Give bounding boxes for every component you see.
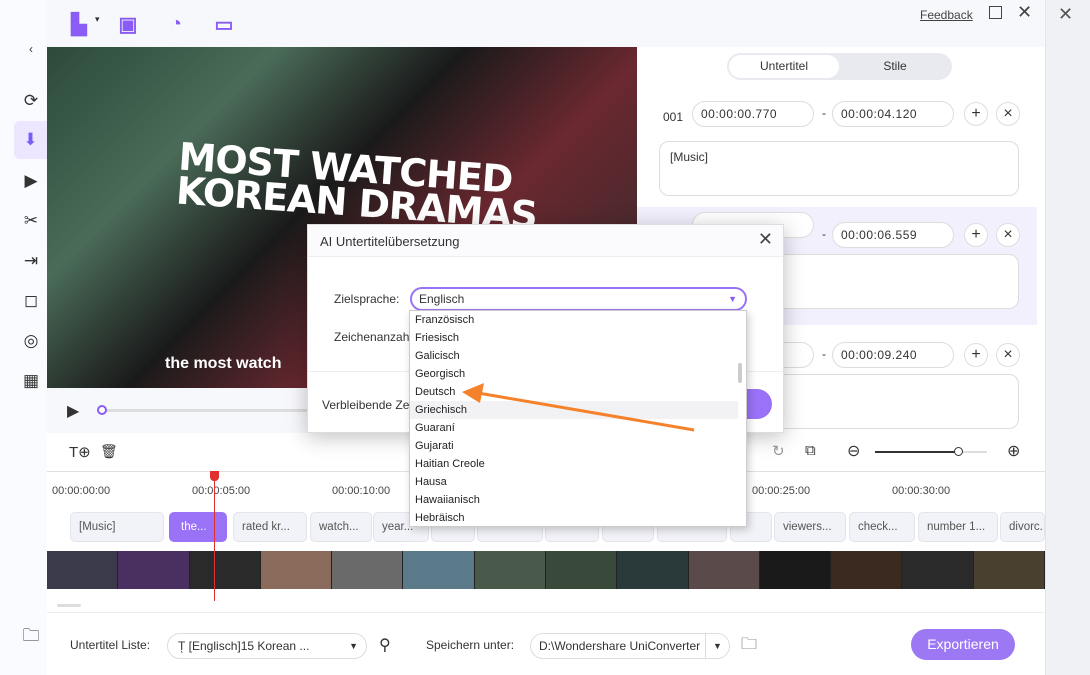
timeline-scrollbar[interactable] — [57, 604, 81, 607]
toolbox-icon[interactable]: ▦ — [14, 364, 48, 398]
folder-icon[interactable]: 🗀 — [741, 633, 757, 660]
language-dropdown: Französisch Friesisch Galicisch Georgisch De… — [409, 310, 747, 527]
dialog-title: AI Untertitelübersetzung — [308, 225, 783, 257]
language-option[interactable]: Georgisch — [410, 365, 738, 383]
video-thumbnail-strip — [47, 551, 1045, 589]
language-option[interactable]: Friesisch — [410, 329, 738, 347]
subtitle-list-select[interactable]: Tͅ [Englisch]15 Korean ... ▼ — [167, 633, 367, 659]
dvd-icon[interactable]: ◎ — [14, 324, 48, 358]
language-option[interactable]: Haitian Creole — [410, 455, 738, 473]
ruler-label: 00:00:30:00 — [892, 485, 951, 497]
dropdown-scrollbar[interactable] — [738, 363, 742, 383]
ruler-label: 00:00:25:00 — [752, 485, 811, 497]
ai-subtitle-icon[interactable]: ◔ — [164, 12, 188, 36]
subtitle-clip[interactable]: watch... — [310, 512, 372, 542]
subtitle-list-label: Untertitel Liste: — [70, 638, 151, 652]
subtitle-clip[interactable]: viewers... — [774, 512, 846, 542]
remaining-chars-label: Verbleibende Ze — [322, 398, 410, 412]
background-window: ✕ — [1045, 0, 1090, 675]
delete-icon[interactable]: × — [996, 223, 1020, 247]
subtitle-clip[interactable]: check... — [849, 512, 915, 542]
toolbar: ▙ ▾ ▣ ◔ ▭ Feedback ✕ — [47, 0, 1045, 47]
save-location-label: Speichern unter: — [426, 638, 515, 652]
subtitle-clip[interactable]: rated kr... — [233, 512, 307, 542]
language-option[interactable]: Hebräisch — [410, 509, 738, 526]
subtitle-clip[interactable]: [Music] — [70, 512, 164, 542]
trash-icon[interactable]: 🗑 — [100, 443, 118, 460]
language-option[interactable]: Galicisch — [410, 347, 738, 365]
dialog-close-icon[interactable]: ✕ — [758, 229, 773, 250]
add-text-icon[interactable]: T⊕ — [69, 443, 91, 461]
delete-icon[interactable]: × — [996, 343, 1020, 367]
target-language-label: Zielsprache: — [334, 292, 400, 306]
subtitle-clip[interactable]: number 1... — [918, 512, 998, 542]
row-index: 001 — [663, 110, 684, 124]
video-title-overlay: MOST WATCHED KOREAN DRAMAS — [174, 134, 539, 238]
scissors-icon[interactable]: ✂ — [14, 204, 48, 238]
zoom-in-icon[interactable]: ⊕ — [1007, 441, 1020, 461]
maximize-icon[interactable] — [989, 6, 1002, 19]
zoom-slider[interactable] — [875, 451, 957, 453]
target-language-select[interactable]: Englisch ▼ — [410, 287, 747, 311]
subtitle-clip-selected[interactable]: the... — [169, 512, 227, 542]
video-player-icon[interactable]: ▶ — [14, 164, 48, 198]
language-option[interactable]: Hawaiianisch — [410, 491, 738, 509]
language-option[interactable]: Gujarati — [410, 437, 738, 455]
end-time-input[interactable]: 00:00:09.240 — [832, 342, 954, 368]
sidebar: ‹ ⟳ ⬇ ▶ ✂ ⇥ ◻ ◎ ▦ 🗀 — [0, 0, 47, 675]
subtitle-text-icon[interactable]: ▭ — [212, 12, 236, 36]
subtitle-text-input[interactable]: [Music] — [659, 141, 1019, 196]
collapse-chevron-icon[interactable]: ‹ — [14, 32, 48, 66]
merge-icon[interactable]: ⇥ — [14, 244, 48, 278]
tab-untertitel[interactable]: Untertitel — [729, 55, 839, 78]
delete-icon[interactable]: × — [996, 102, 1020, 126]
add-icon[interactable]: + — [964, 102, 988, 126]
language-option[interactable]: Französisch — [410, 311, 738, 329]
language-option[interactable]: Hausa — [410, 473, 738, 491]
convert-icon[interactable]: ⟳ — [14, 84, 48, 118]
close-icon[interactable]: ✕ — [1017, 2, 1032, 23]
add-icon[interactable]: + — [964, 223, 988, 247]
video-caption: the most watch — [165, 355, 282, 372]
language-option[interactable]: Guaraní — [410, 419, 738, 437]
fit-icon[interactable]: ⧉ — [805, 442, 816, 459]
close-icon[interactable]: ✕ — [1058, 4, 1073, 25]
language-option[interactable]: Griechisch — [410, 401, 738, 419]
end-time-input[interactable]: 00:00:04.120 — [832, 101, 954, 127]
search-icon[interactable]: ⚲ — [379, 635, 391, 655]
ruler-label: 00:00:00:00 — [52, 485, 111, 497]
panel-tabs: Untertitel Stile — [727, 53, 952, 80]
char-count-label: Zeichenanzahl — [334, 330, 413, 344]
redo-icon[interactable]: ↻ — [772, 442, 785, 460]
ruler-label: 00:00:05:00 — [192, 485, 251, 497]
start-time-input[interactable]: 00:00:00.770 — [692, 101, 814, 127]
zoom-handle[interactable] — [954, 447, 963, 456]
ruler-label: 00:00:10:00 — [332, 485, 391, 497]
add-file-icon[interactable]: ▙ — [67, 12, 91, 36]
subtitle-clip[interactable]: divorc... — [1000, 512, 1045, 542]
screen-record-icon[interactable]: ◻ — [14, 284, 48, 318]
export-button[interactable]: Exportieren — [911, 629, 1015, 660]
chevron-down-icon[interactable]: ▾ — [95, 14, 100, 25]
download-icon[interactable]: ⬇ — [14, 121, 47, 159]
language-option[interactable]: Deutsch — [410, 383, 738, 401]
zoom-out-icon[interactable]: ⊖ — [847, 441, 860, 461]
add-subtitle-icon[interactable]: ▣ — [116, 12, 140, 36]
add-icon[interactable]: + — [964, 343, 988, 367]
seek-handle[interactable] — [97, 405, 107, 415]
playhead[interactable] — [214, 471, 215, 601]
save-location-select[interactable]: D:\Wondershare UniConverter ▼ — [530, 633, 730, 659]
subtitle-row: 001 00:00:00.770 - 00:00:04.120 + × [Mus… — [637, 96, 1037, 204]
feedback-link[interactable]: Feedback — [920, 8, 973, 22]
play-icon[interactable]: ▶ — [67, 401, 79, 421]
end-time-input[interactable]: 00:00:06.559 — [832, 222, 954, 248]
playhead-handle[interactable] — [210, 471, 219, 481]
bottom-bar: Untertitel Liste: Tͅ [Englisch]15 Korean… — [47, 612, 1045, 675]
folder-icon[interactable]: 🗀 — [14, 620, 48, 654]
tab-stile[interactable]: Stile — [840, 55, 950, 78]
